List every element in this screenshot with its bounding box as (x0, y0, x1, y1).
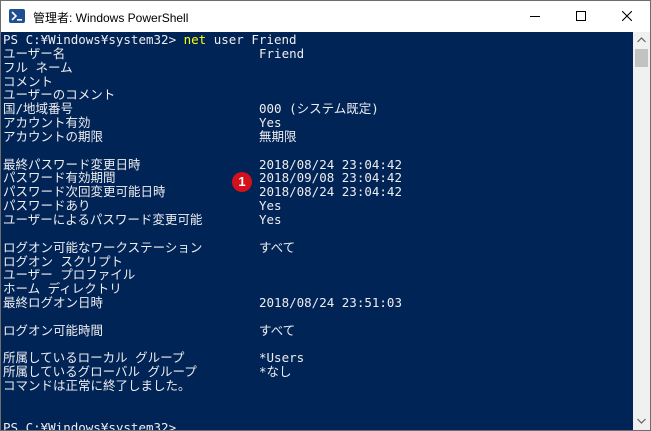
chevron-down-icon (637, 418, 646, 424)
output-row: ユーザー プロファイル (3, 268, 135, 282)
row-label: ユーザー プロファイル (3, 267, 136, 283)
output-row: ユーザー名 Friend (3, 45, 304, 61)
row-label: ログオン可能なワークステーション (3, 239, 203, 255)
row-value: *なし (259, 364, 292, 380)
output-row: パスワード次回変更可能日時 2018/08/24 23:04:42 (3, 185, 402, 199)
minimize-icon (530, 16, 540, 17)
row-value: 000 (システム既定) (259, 101, 379, 117)
chevron-up-icon (637, 37, 646, 43)
row-value: Yes (259, 211, 282, 227)
window-title: 管理者: Windows PowerShell (33, 11, 189, 25)
output-row: ログオン可能なワークステーション すべて (3, 240, 295, 255)
prompt-text: PS C:¥Windows¥system32> (3, 419, 177, 430)
row-label: 国/地域番号 (3, 101, 74, 117)
output-row (3, 407, 63, 421)
command-args: user Friend (213, 32, 297, 47)
output-row (3, 338, 63, 352)
output-row: アカウントの期限 無期限 (3, 130, 297, 144)
prompt-text: PS C:¥Windows¥system32> (3, 32, 177, 47)
command-name: net (183, 32, 207, 47)
title-bar[interactable]: 管理者: Windows PowerShell (1, 1, 650, 32)
scroll-down-button[interactable] (633, 413, 650, 430)
close-icon (622, 11, 632, 21)
row-value: 2018/08/24 23:04:42 (259, 156, 402, 172)
output-row: パスワード有効期間 2018/09/08 23:04:42 (3, 171, 402, 185)
scroll-thumb[interactable] (635, 49, 648, 67)
scroll-up-button[interactable] (633, 32, 650, 49)
row-label: 所属しているローカル グループ (3, 350, 185, 366)
output-row: アカウント有効 Yes (3, 116, 282, 130)
row-value: 2018/08/24 23:51:03 (259, 295, 402, 311)
row-label: パスワードあり (3, 198, 91, 214)
output-row: 所属しているグローバル グループ *なし (3, 365, 292, 379)
output-row: フル ネーム (3, 60, 73, 75)
minimize-button[interactable] (512, 1, 558, 32)
output-row (3, 310, 63, 324)
row-label: アカウントの期限 (3, 128, 104, 144)
output-row: ユーザーによるパスワード変更可能 Yes (3, 213, 282, 227)
annotation-badge: 1 (232, 172, 252, 192)
row-label: コマンドは正常に終了しました。 (3, 378, 191, 394)
row-label: 所属しているグローバル グループ (3, 364, 197, 380)
row-label: ユーザー名 (3, 45, 66, 61)
close-button[interactable] (604, 1, 650, 32)
row-label: ユーザーのコメント (3, 87, 116, 103)
row-value: *Users (259, 350, 305, 366)
vertical-scrollbar[interactable] (633, 32, 650, 430)
output-row: パスワードあり Yes (3, 199, 282, 213)
command-line: PS C:¥Windows¥system32> net user Friend (3, 33, 297, 47)
maximize-icon (576, 11, 586, 21)
row-label: アカウント有効 (3, 115, 91, 131)
row-value: 無期限 (259, 128, 297, 144)
output-row: 所属しているローカル グループ *Users (3, 351, 304, 365)
powershell-icon (9, 9, 25, 23)
output-row (3, 144, 63, 158)
row-value: すべて (259, 322, 296, 338)
output-row: ログオン スクリプト (3, 254, 123, 269)
row-label: ホーム ディレクトリ (3, 281, 122, 297)
row-label: コメント (3, 73, 54, 89)
output-row: 最終ログオン日時 2018/08/24 23:51:03 (3, 296, 402, 310)
output-row: ホーム ディレクトリ (3, 282, 122, 296)
row-label: 最終ログオン日時 (3, 295, 104, 311)
row-label: パスワード有効期間 (3, 170, 116, 186)
row-label: ログオン スクリプト (3, 253, 124, 269)
output-row: コマンドは正常に終了しました。 (3, 379, 191, 393)
row-value: Friend (259, 45, 305, 61)
maximize-button[interactable] (558, 1, 604, 32)
output-row: コメント (3, 73, 63, 89)
row-label: ユーザーによるパスワード変更可能 (3, 211, 203, 227)
row-value: Yes (259, 198, 282, 214)
row-value: 2018/08/24 23:04:42 (259, 184, 402, 200)
row-label: 最終パスワード変更日時 (3, 156, 141, 172)
row-value: Yes (259, 115, 282, 131)
row-value: 2018/09/08 23:04:42 (259, 170, 402, 186)
row-label: パスワード次回変更可能日時 (3, 184, 166, 200)
output-row: ログオン可能時間 すべて (3, 323, 295, 338)
output-row: 国/地域番号 000 (システム既定) (3, 102, 379, 116)
output-row: 最終パスワード変更日時 2018/08/24 23:04:42 (3, 157, 402, 172)
prompt-line: PS C:¥Windows¥system32> (3, 420, 188, 430)
output-row: ユーザーのコメント (3, 88, 115, 102)
console-output[interactable]: PS C:¥Windows¥system32> net user Friend … (1, 32, 633, 430)
row-label: ログオン可能時間 (3, 322, 104, 338)
console-lines: PS C:¥Windows¥system32> net user Friend … (3, 33, 402, 430)
powershell-window: 管理者: Windows PowerShell PS C:¥Windows¥sy… (0, 0, 651, 431)
row-value: すべて (259, 239, 296, 255)
output-row (3, 227, 63, 241)
row-label: フル ネーム (3, 59, 73, 75)
output-row (3, 393, 63, 407)
